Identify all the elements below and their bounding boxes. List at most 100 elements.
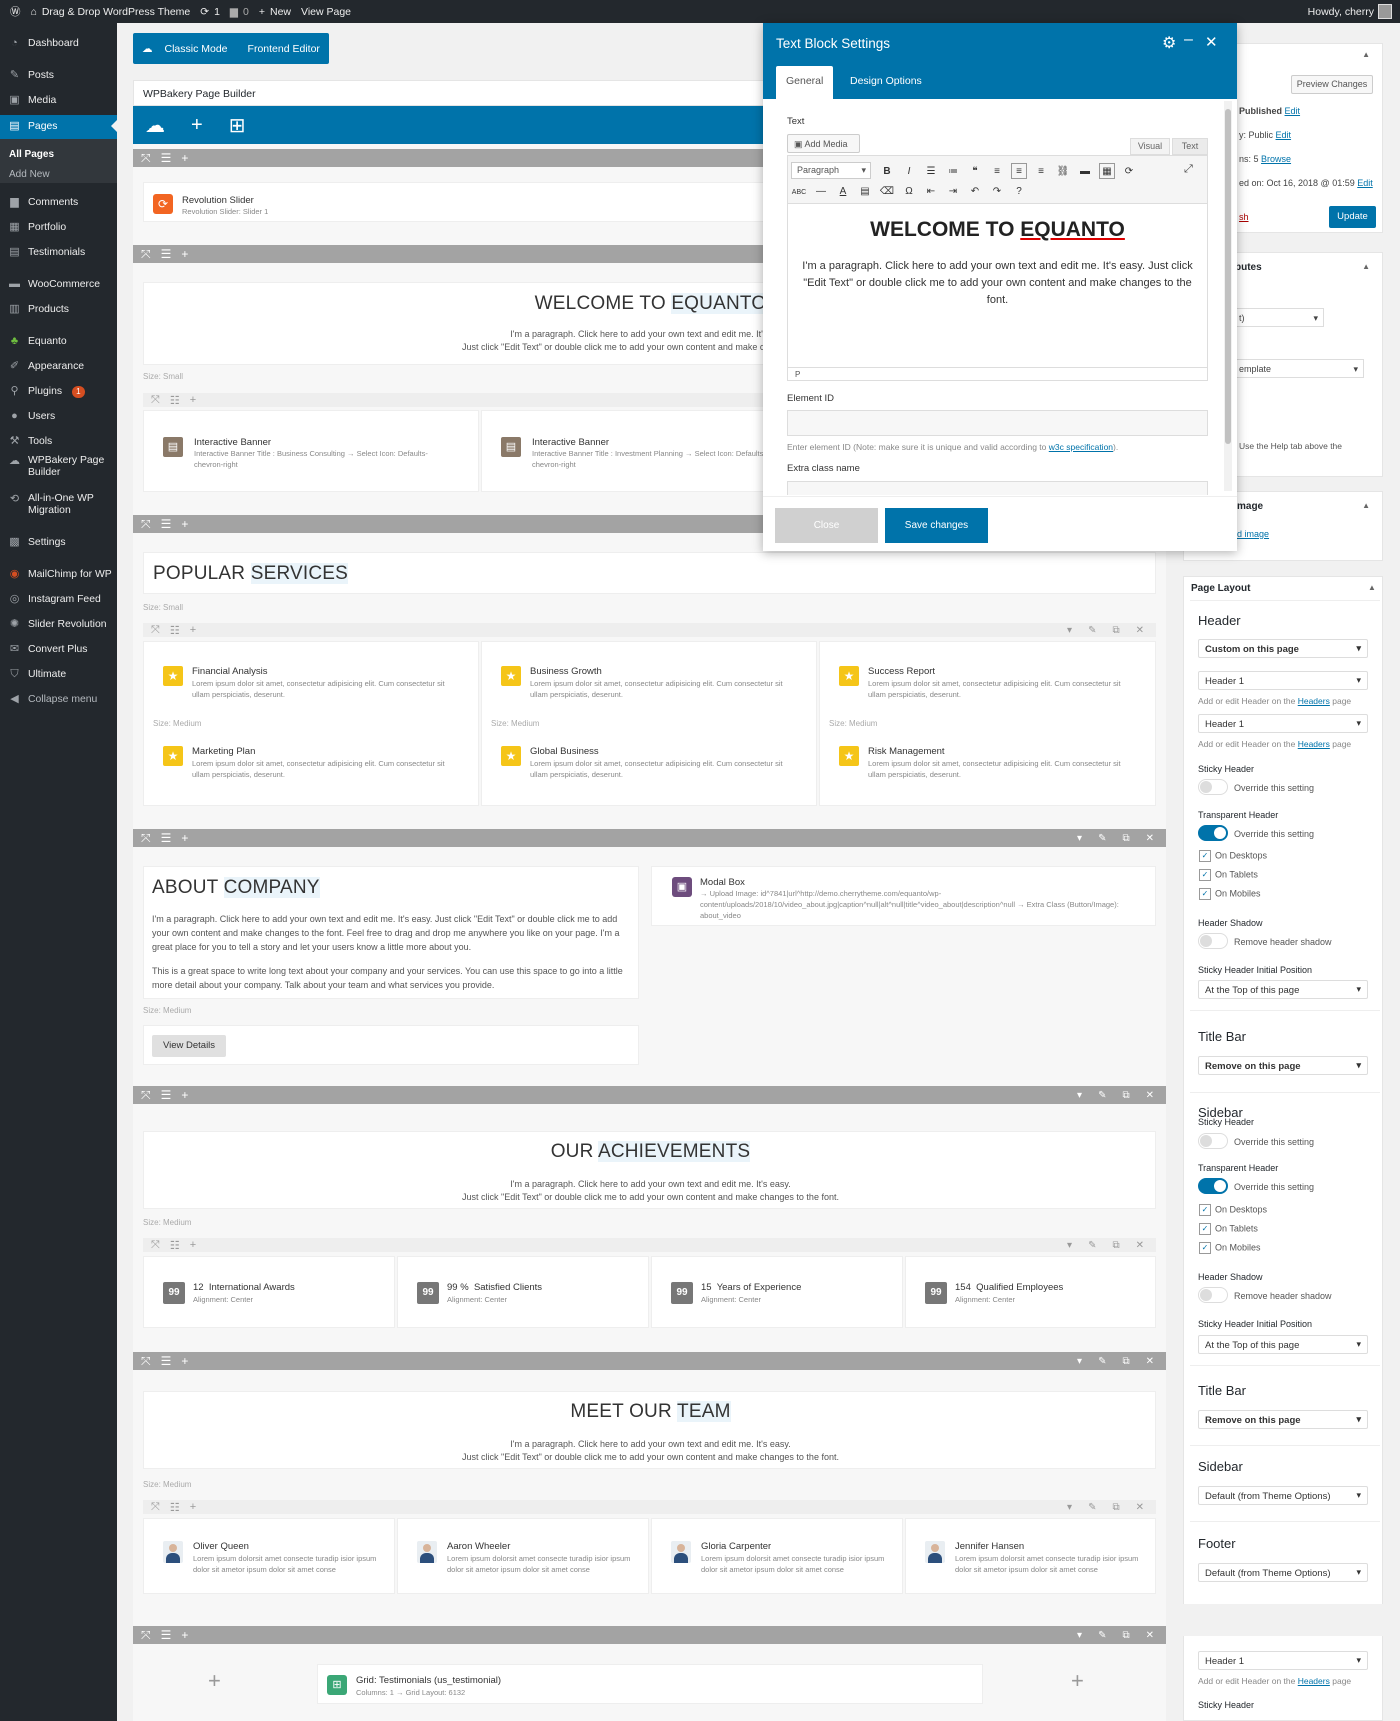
row-controls[interactable]: ⤧ ☰ + ▾ ✎ ⧉ ✕ [133, 1626, 1166, 1644]
tab-design-options[interactable]: Design Options [840, 66, 932, 96]
chevron-down-icon[interactable]: ▾ [1067, 1502, 1072, 1513]
edit-visibility-link[interactable]: Edit [1276, 130, 1292, 140]
collapse-arrow-icon[interactable]: ▲ [1368, 583, 1376, 592]
clone-icon[interactable]: ⧉ [1122, 1630, 1129, 1641]
element-id-input[interactable] [787, 410, 1208, 436]
columns-icon[interactable]: ☷ [170, 624, 180, 637]
inner-row-controls[interactable]: ⤧ ☷ + ▾ ✎ ⧉ ✕ [143, 623, 1156, 637]
menu-products[interactable]: ▥ Products [0, 299, 117, 321]
layout-icon[interactable]: ☰ [161, 831, 172, 845]
sticky-header-toggle-2[interactable] [1198, 1133, 1228, 1149]
add-icon[interactable]: + [181, 1354, 188, 1368]
add-icon[interactable]: + [181, 1088, 188, 1102]
menu-wpbakery[interactable]: ☁ WPBakery Page Builder [0, 455, 117, 485]
modal-box-element[interactable]: ▣ Modal Box → Upload Image: id^7841|url^… [651, 866, 1156, 926]
service-title[interactable]: Success Report [868, 666, 935, 677]
service-title[interactable]: Business Growth [530, 666, 602, 677]
move-icon[interactable]: ⤧ [141, 1628, 151, 1643]
header-mode-select[interactable]: Custom on this page [1198, 639, 1368, 658]
testimonials-grid-element[interactable]: ⊞ Grid: Testimonials (us_testimonial) Co… [317, 1664, 983, 1704]
menu-dashboard[interactable]: ◔ Dashboard [0, 33, 117, 55]
menu-woocommerce[interactable]: ▬ WooCommerce [0, 274, 117, 296]
refresh-icon[interactable]: ⟳ [1121, 164, 1137, 180]
menu-plugins[interactable]: ⚲ Plugins 1 [0, 381, 117, 403]
menu-migration[interactable]: ⟲ All-in-One WP Migration [0, 493, 117, 523]
wpbakery-logo-icon[interactable]: ☁ [145, 113, 165, 138]
close-icon[interactable]: ✕ [1205, 33, 1218, 51]
on-tablets-checkbox[interactable]: On Tablets [1199, 869, 1258, 881]
redo-icon[interactable]: ↷ [989, 184, 1005, 200]
clone-icon[interactable]: ⧉ [1112, 625, 1119, 636]
menu-testimonials[interactable]: ▤ Testimonials [0, 242, 117, 264]
close-icon[interactable]: ✕ [1136, 1240, 1144, 1251]
on-desktops-checkbox-2[interactable]: On Desktops [1199, 1204, 1267, 1216]
counter-element[interactable]: 99 12 International Awards Alignment: Ce… [143, 1256, 395, 1328]
strikethrough-icon[interactable]: ABC [791, 185, 807, 201]
menu-appearance[interactable]: ✐ Appearance [0, 356, 117, 378]
close-icon[interactable]: ✕ [1146, 833, 1154, 844]
header-select[interactable]: Header 1 [1198, 671, 1368, 690]
move-icon[interactable]: ⤧ [151, 394, 160, 407]
on-tablets-checkbox-2[interactable]: On Tablets [1199, 1223, 1258, 1235]
close-icon[interactable]: ✕ [1146, 1090, 1154, 1101]
indent-icon[interactable]: ⇥ [945, 184, 961, 200]
move-icon[interactable]: ⤧ [141, 1088, 151, 1103]
w3c-link[interactable]: w3c specification [1049, 442, 1113, 452]
team-member-element[interactable]: Oliver Queen Lorem ipsum dolorsit amet c… [143, 1518, 395, 1594]
on-mobiles-checkbox[interactable]: On Mobiles [1199, 888, 1261, 900]
sticky-position-select-2[interactable]: At the Top of this page [1198, 1335, 1368, 1354]
layout-icon[interactable]: ☰ [161, 151, 172, 165]
add-icon[interactable]: + [190, 394, 196, 406]
service-title[interactable]: Financial Analysis [192, 666, 268, 677]
classic-mode-button[interactable]: Classic Mode [165, 43, 228, 55]
clone-icon[interactable]: ⧉ [1122, 833, 1129, 844]
horizontal-line-icon[interactable]: — [813, 184, 829, 200]
chevron-down-icon[interactable]: ▾ [1067, 1240, 1072, 1251]
team-member-element[interactable]: Jennifer Hansen Lorem ipsum dolorsit ame… [905, 1518, 1156, 1594]
avatar[interactable] [1378, 4, 1392, 19]
howdy-user[interactable]: Howdy, cherry [1308, 6, 1374, 18]
menu-convert-plus[interactable]: ✉ Convert Plus [0, 639, 117, 661]
read-more-icon[interactable]: ▬ [1077, 164, 1093, 180]
browse-revisions-link[interactable]: Browse [1261, 154, 1291, 164]
move-icon[interactable]: ⤧ [141, 831, 151, 846]
service-title[interactable]: Global Business [530, 746, 599, 757]
close-icon[interactable]: ✕ [1146, 1356, 1154, 1367]
team-member-element[interactable]: Aaron Wheeler Lorem ipsum dolorsit amet … [397, 1518, 649, 1594]
move-icon[interactable]: ⤧ [141, 517, 151, 532]
align-right-icon[interactable]: ≡ [1033, 164, 1049, 180]
menu-posts[interactable]: ✎ Posts [0, 65, 117, 87]
about-text-block[interactable]: ABOUT COMPANY I'm a paragraph. Click her… [143, 866, 639, 999]
tab-general[interactable]: General [776, 66, 834, 99]
counter-element[interactable]: 99 15 Years of Experience Alignment: Cen… [651, 1256, 903, 1328]
footer-select[interactable]: Default (from Theme Options) [1198, 1563, 1368, 1582]
popular-services-heading-block[interactable]: POPULAR SERVICES [143, 552, 1156, 594]
text-tab[interactable]: Text [1172, 138, 1208, 155]
wp-logo-icon[interactable]: Ⓦ [10, 4, 21, 19]
menu-tools[interactable]: ⚒ Tools [0, 431, 117, 453]
sidebar-select[interactable]: Default (from Theme Options) [1198, 1486, 1368, 1505]
visual-tab[interactable]: Visual [1130, 138, 1170, 155]
collapse-arrow-icon[interactable]: ▲ [1362, 262, 1370, 271]
edit-icon[interactable]: ✎ [1098, 833, 1106, 844]
inner-row-controls[interactable]: ⤧ ☷ + ▾ ✎ ⧉ ✕ [143, 1238, 1156, 1252]
edit-icon[interactable]: ✎ [1098, 1630, 1106, 1641]
menu-slider-revolution[interactable]: ✺ Slider Revolution [0, 614, 117, 636]
move-icon[interactable]: ⤧ [151, 1501, 160, 1514]
layout-icon[interactable]: ☰ [161, 1088, 172, 1102]
close-icon[interactable]: ✕ [1146, 1630, 1154, 1641]
gear-icon[interactable]: ⚙ [1162, 33, 1176, 53]
move-icon[interactable]: ⤧ [151, 1239, 160, 1252]
menu-pages[interactable]: ▤ Pages [0, 115, 117, 139]
view-details-button[interactable]: View Details [152, 1035, 226, 1057]
layout-icon[interactable]: ☰ [161, 517, 172, 531]
on-desktops-checkbox[interactable]: On Desktops [1199, 850, 1267, 862]
align-left-icon[interactable]: ≡ [989, 164, 1005, 180]
clone-icon[interactable]: ⧉ [1112, 1240, 1119, 1251]
columns-icon[interactable]: ☷ [170, 1239, 180, 1252]
clone-icon[interactable]: ⧉ [1122, 1356, 1129, 1367]
menu-ultimate[interactable]: ⛉ Ultimate [0, 664, 117, 686]
chevron-down-icon[interactable]: ▾ [1067, 625, 1072, 636]
service-title[interactable]: Marketing Plan [192, 746, 255, 757]
clear-format-icon[interactable]: ⌫ [879, 184, 895, 200]
